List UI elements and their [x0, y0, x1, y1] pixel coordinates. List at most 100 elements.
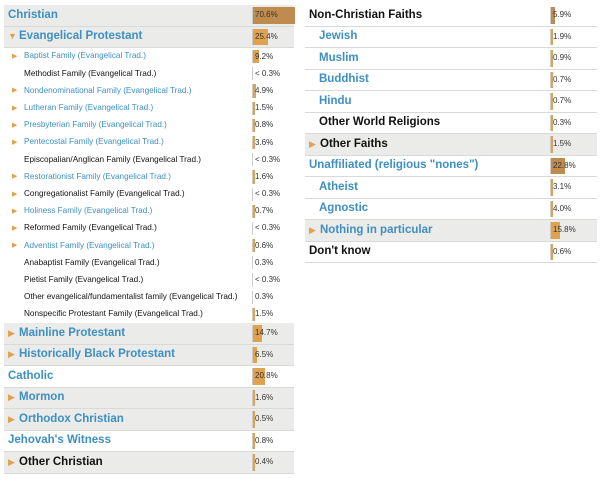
row-label: Anabaptist Family (Evangelical Trad.)	[24, 257, 160, 267]
row-label[interactable]: Catholic	[8, 370, 53, 383]
row-lutheran-family-evangelical-trad[interactable]: ▶ Lutheran Family (Evangelical Trad.) 1.5%	[4, 100, 294, 117]
row-label: Non-Christian Faiths	[309, 8, 423, 21]
row-evangelical-protestant[interactable]: ▼ Evangelical Protestant 25.4%	[4, 26, 294, 48]
percent-value: 0.6%	[553, 246, 572, 256]
row-label[interactable]: Christian	[8, 9, 58, 22]
row-label[interactable]: Mormon	[19, 391, 64, 404]
row-label[interactable]: Restorationist Family (Evangelical Trad.…	[24, 172, 171, 181]
row-restorationist-family-evangelical-trad[interactable]: ▶ Restorationist Family (Evangelical Trad…	[4, 168, 294, 185]
row-non-christian-faiths: Non-Christian Faiths 5.9%	[305, 5, 597, 27]
expand-right-arrow-icon[interactable]: ▶	[12, 105, 17, 112]
expand-right-arrow-icon[interactable]: ▶	[8, 457, 15, 467]
percent-value: 15.8%	[553, 225, 576, 235]
percent-value: 0.4%	[255, 457, 274, 467]
percent-value: 0.8%	[255, 120, 274, 130]
percent-value: 25.4%	[255, 31, 278, 41]
row-label[interactable]: Nondenominational Family (Evangelical Tr…	[24, 86, 191, 95]
row-label[interactable]: Atheist	[319, 181, 358, 194]
row-other-evangelical-fundamentalist-family-evangelical-trad: Other evangelical/fundamentalist family …	[4, 289, 294, 306]
row-orthodox-christian[interactable]: ▶ Orthodox Christian 0.5%	[4, 409, 294, 431]
row-mainline-protestant[interactable]: ▶ Mainline Protestant 14.7%	[4, 323, 294, 345]
expand-down-arrow-icon[interactable]: ▼	[8, 32, 17, 41]
row-label: Other evangelical/fundamentalist family …	[24, 292, 238, 302]
row-nothing-in-particular[interactable]: ▶ Nothing in particular 15.8%	[305, 220, 597, 242]
left-column: Christian 70.6% ▼ Evangelical Protestant 25.…	[4, 5, 296, 474]
row-label[interactable]: Unaffiliated (religious "nones")	[309, 159, 478, 172]
row-label: Other World Religions	[319, 116, 441, 128]
percent-value: 0.7%	[553, 96, 572, 106]
row-label[interactable]: Holiness Family (Evangelical Trad.)	[24, 206, 152, 215]
expand-right-arrow-icon[interactable]: ▶	[12, 208, 17, 215]
row-label[interactable]: Adventist Family (Evangelical Trad.)	[24, 241, 155, 250]
expand-right-arrow-icon[interactable]: ▶	[8, 414, 15, 424]
row-methodist-family-evangelical-trad: Methodist Family (Evangelical Trad.) < 0.…	[4, 65, 294, 82]
row-label[interactable]: Mainline Protestant	[19, 327, 125, 340]
row-label[interactable]: Muslim	[319, 52, 359, 65]
row-label: Pietist Family (Evangelical Trad.)	[24, 274, 144, 284]
expand-right-arrow-icon[interactable]: ▶	[8, 350, 15, 359]
row-label[interactable]: Baptist Family (Evangelical Trad.)	[24, 52, 146, 60]
row-label[interactable]: Jewish	[319, 30, 357, 43]
row-label[interactable]: Reformed Family (Evangelical Trad.)	[24, 224, 157, 232]
row-historically-black-protestant[interactable]: ▶ Historically Black Protestant 6.5%	[4, 344, 294, 366]
row-label[interactable]: Congregationalist Family (Evangelical Tr…	[24, 189, 185, 198]
expand-right-arrow-icon[interactable]: ▶	[12, 122, 17, 129]
row-label[interactable]: Historically Black Protestant	[19, 348, 175, 361]
expand-right-arrow-icon[interactable]: ▶	[12, 191, 17, 198]
percent-value: 4.9%	[255, 85, 274, 95]
expand-right-arrow-icon[interactable]: ▶	[12, 53, 17, 60]
row-pentecostal-family-evangelical-trad[interactable]: ▶ Pentecostal Family (Evangelical Trad.) 3…	[4, 134, 294, 151]
row-label[interactable]: Evangelical Protestant	[19, 30, 142, 43]
row-label: Nonspecific Protestant Family (Evangelic…	[24, 309, 203, 319]
percent-value: 1.6%	[255, 171, 274, 181]
row-other-world-religions: Other World Religions 0.3%	[305, 113, 597, 134]
row-label[interactable]: Lutheran Family (Evangelical Trad.)	[24, 103, 153, 112]
row-adventist-family-evangelical-trad[interactable]: ▶ Adventist Family (Evangelical Trad.) 0.6…	[4, 237, 294, 254]
percent-value: 20.8%	[255, 371, 278, 381]
percent-value: 0.8%	[255, 435, 274, 445]
row-label[interactable]: Presbyterian Family (Evangelical Trad.)	[24, 121, 167, 129]
expand-right-arrow-icon[interactable]: ▶	[309, 225, 316, 235]
percent-value: 22.8%	[553, 160, 576, 170]
row-label[interactable]: Jehovah's Witness	[8, 434, 111, 447]
expand-right-arrow-icon[interactable]: ▶	[12, 173, 17, 180]
percent-value: < 0.3%	[255, 223, 281, 233]
percent-value: 1.6%	[255, 392, 274, 402]
row-other-faiths[interactable]: ▶ Other Faiths 1.5%	[305, 134, 597, 156]
row-label[interactable]: Hindu	[319, 95, 352, 108]
row-christian: Christian 70.6%	[4, 5, 296, 27]
expand-right-arrow-icon[interactable]: ▶	[309, 139, 316, 149]
percent-value: 1.5%	[255, 103, 274, 113]
row-label[interactable]: Orthodox Christian	[19, 413, 124, 426]
row-holiness-family-evangelical-trad[interactable]: ▶ Holiness Family (Evangelical Trad.) 0.7%	[4, 203, 294, 220]
row-mormon[interactable]: ▶ Mormon 1.6%	[4, 387, 294, 409]
expand-right-arrow-icon[interactable]: ▶	[12, 225, 17, 232]
row-jehovah-s-witness: Jehovah's Witness 0.8%	[4, 431, 294, 452]
row-label[interactable]: Buddhist	[319, 73, 369, 86]
expand-right-arrow-icon[interactable]: ▶	[8, 393, 15, 402]
row-presbyterian-family-evangelical-trad[interactable]: ▶ Presbyterian Family (Evangelical Trad.)…	[4, 117, 294, 134]
row-other-christian[interactable]: ▶ Other Christian 0.4%	[4, 452, 294, 474]
row-hindu: Hindu 0.7%	[305, 91, 597, 113]
percent-value: 4.0%	[553, 203, 572, 213]
expand-right-arrow-icon[interactable]: ▶	[12, 139, 17, 146]
percent-value: 0.7%	[553, 74, 572, 84]
row-catholic: Catholic 20.8%	[4, 366, 294, 388]
percent-value: 5.9%	[553, 10, 572, 20]
row-label[interactable]: Other Christian	[19, 456, 103, 469]
row-label: Methodist Family (Evangelical Trad.)	[24, 68, 157, 78]
row-reformed-family-evangelical-trad[interactable]: ▶ Reformed Family (Evangelical Trad.) < 0.…	[4, 220, 294, 237]
row-label[interactable]: Other Faiths	[320, 138, 388, 151]
expand-right-arrow-icon[interactable]: ▶	[12, 87, 17, 94]
percent-value: 1.5%	[553, 139, 572, 149]
row-label[interactable]: Pentecostal Family (Evangelical Trad.)	[24, 138, 164, 146]
row-label[interactable]: Nothing in particular	[320, 224, 432, 237]
row-nondenominational-family-evangelical-trad[interactable]: ▶ Nondenominational Family (Evangelical T…	[4, 82, 294, 99]
percent-value: 14.7%	[255, 328, 278, 338]
row-label[interactable]: Agnostic	[319, 202, 368, 215]
expand-right-arrow-icon[interactable]: ▶	[8, 328, 15, 338]
row-muslim: Muslim 0.9%	[305, 48, 597, 70]
row-baptist-family-evangelical-trad[interactable]: ▶ Baptist Family (Evangelical Trad.) 9.2%	[4, 48, 294, 65]
row-congregationalist-family-evangelical-trad[interactable]: ▶ Congregationalist Family (Evangelical T…	[4, 186, 294, 203]
expand-right-arrow-icon[interactable]: ▶	[12, 242, 17, 249]
